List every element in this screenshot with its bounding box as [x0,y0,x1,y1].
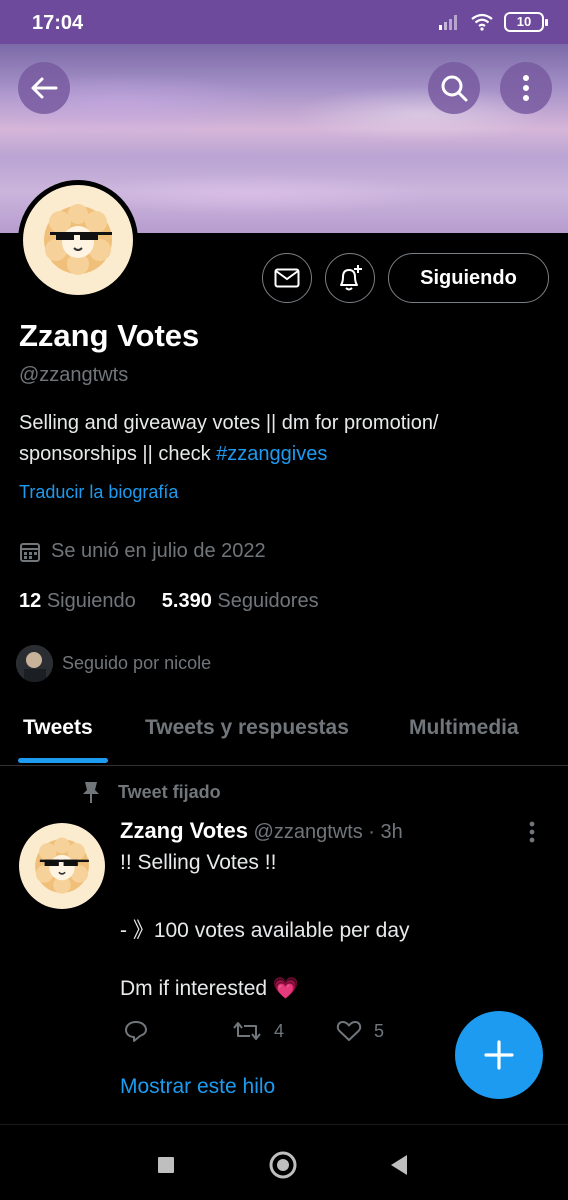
show-thread-link[interactable]: Mostrar este hilo [120,1075,275,1099]
arrow-left-icon [31,77,58,99]
signal-icon [439,15,457,30]
more-vertical-icon [523,75,529,101]
retweet-icon [233,1022,261,1040]
active-tab-indicator [18,758,108,763]
reply-icon [125,1021,147,1042]
square-icon [158,1157,174,1173]
message-button[interactable] [262,253,312,303]
tweet-text-line: !! Selling Votes !! [120,851,277,874]
wifi-icon [471,13,493,31]
tweet-author-avatar[interactable] [19,823,105,909]
profile-tabs: Tweets Tweets y respuestas Multimedia [0,702,568,766]
following-button[interactable]: Siguiendo [388,253,549,303]
joined-text: Se unió en julio de 2022 [51,540,266,562]
tab-media[interactable]: Multimedia [409,716,519,740]
battery-icon: 10 [504,12,548,32]
search-button[interactable] [428,62,480,114]
retweet-button[interactable]: 4 [232,1020,284,1042]
profile-avatar[interactable] [18,180,138,300]
profile-name: Zzang Votes [19,318,200,353]
circle-icon [269,1151,297,1179]
bio-hashtag-link[interactable]: #zzanggives [216,443,327,465]
tweet-more-button[interactable] [528,820,536,849]
search-icon [441,75,468,102]
tweet-header: Zzang Votes @zzangtwts · 3h [120,818,403,844]
tab-tweets[interactable]: Tweets [23,716,93,740]
status-bar: 17:04 10 [0,0,568,44]
retweet-count: 4 [274,1020,285,1041]
status-icons: 10 [438,12,548,32]
reply-button[interactable] [124,1020,148,1042]
system-navigation-bar [0,1124,568,1200]
tweet-text-line: Dm if interested 💗 [120,977,300,1000]
more-options-button[interactable] [500,62,552,114]
tweet-actions: 4 5 [124,1020,384,1042]
joined-date: Se unió en julio de 2022 [19,540,266,563]
profile-bio: Selling and giveaway votes || dm for pro… [19,408,549,470]
home-button[interactable] [265,1147,301,1183]
mail-icon [274,268,300,288]
followers-link[interactable]: 5.390 Seguidores [162,590,319,613]
plus-icon [484,1040,514,1070]
follow-stats: 12 Siguiendo 5.390 Seguidores [19,590,319,613]
following-link[interactable]: 12 Siguiendo [19,590,136,613]
donut-sunglasses-avatar-icon [35,837,89,894]
like-button[interactable]: 5 [336,1020,384,1042]
triangle-back-icon [391,1155,407,1175]
recents-button[interactable] [148,1147,184,1183]
tweet-author-meta: @zzangtwts · 3h [253,821,403,843]
translate-bio-link[interactable]: Traducir la biografía [19,482,178,503]
tweet-text-line: - 》100 votes available per day [120,919,410,942]
bell-plus-icon [340,265,362,291]
pinned-label: Tweet fijado [80,780,221,804]
heart-emoji-icon: 💗 [272,977,300,1000]
follower-avatar [16,645,53,682]
like-count: 5 [374,1020,385,1041]
profile-handle: @zzangtwts [19,364,129,386]
tab-tweets-replies[interactable]: Tweets y respuestas [145,716,349,740]
back-system-button[interactable] [381,1147,417,1183]
calendar-icon [20,542,40,562]
pin-icon [83,782,99,803]
followed-by[interactable]: Seguido por nicole [16,645,211,682]
more-vertical-icon [529,821,535,843]
tweet-author-name[interactable]: Zzang Votes [120,818,248,843]
back-button[interactable] [18,62,70,114]
compose-tweet-button[interactable] [455,1011,543,1099]
notifications-button[interactable] [325,253,375,303]
followed-by-text: Seguido por nicole [62,653,212,673]
donut-sunglasses-avatar-icon [44,204,112,275]
status-time: 17:04 [32,12,84,34]
heart-icon [336,1020,362,1041]
